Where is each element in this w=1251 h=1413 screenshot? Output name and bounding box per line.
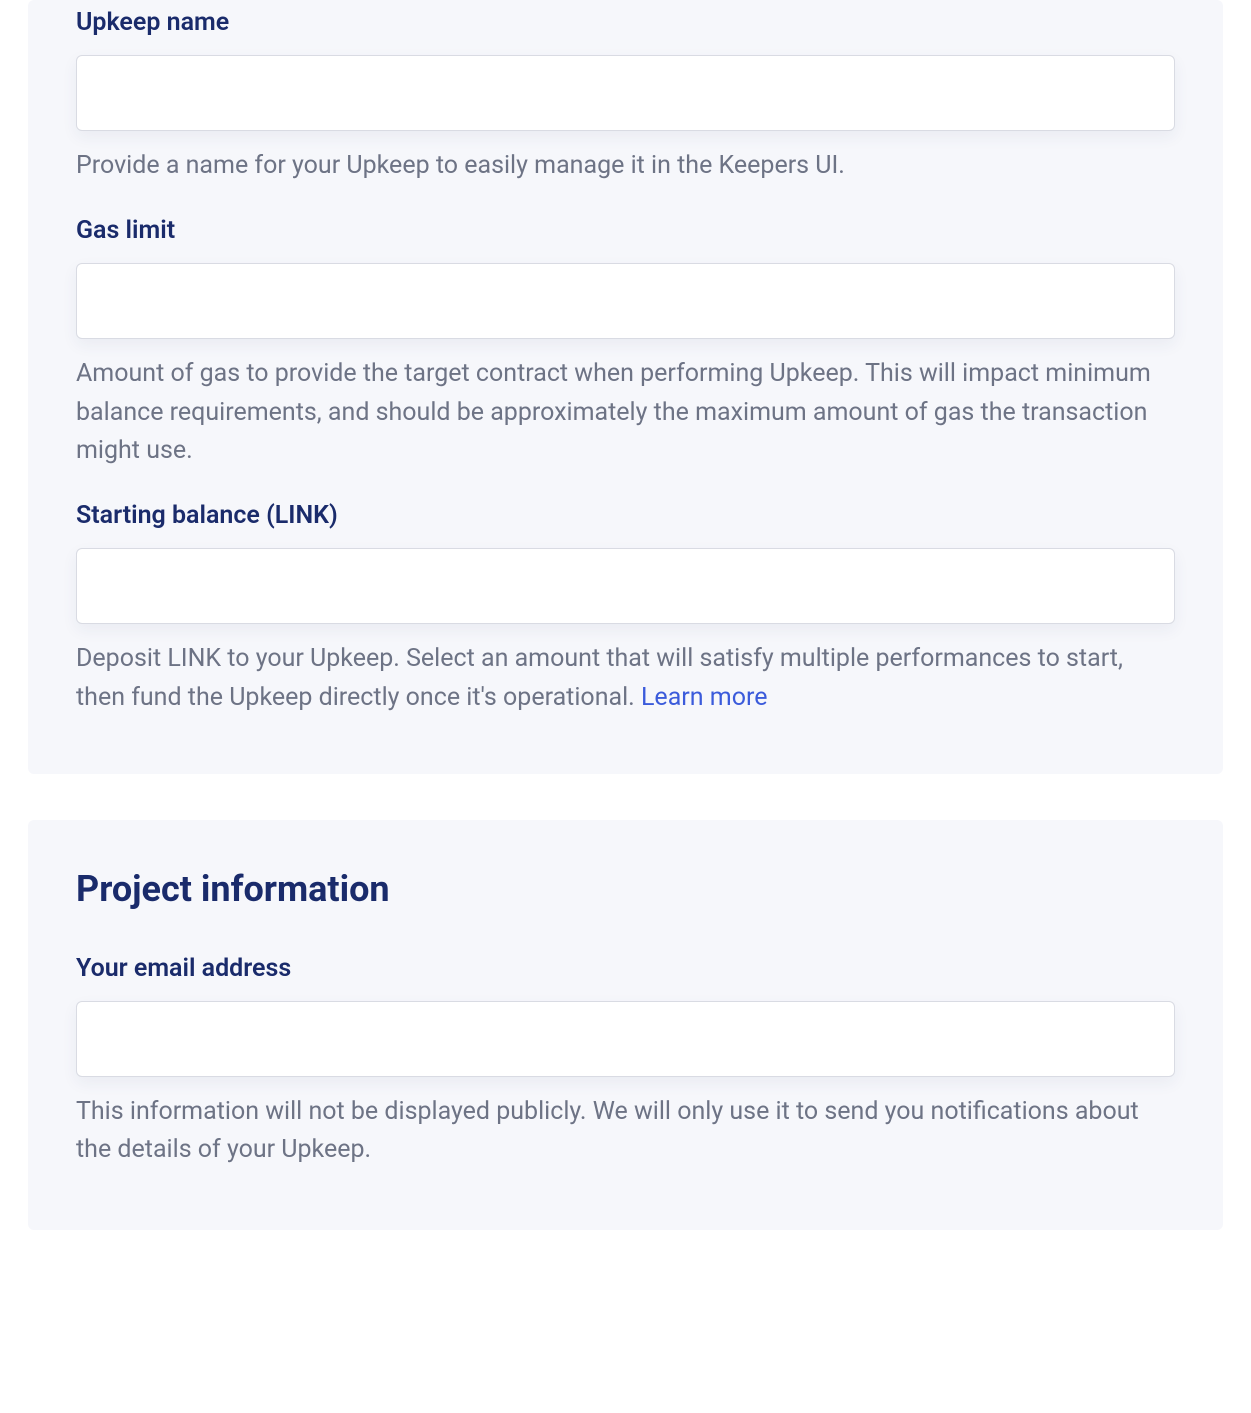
starting-balance-helper: Deposit LINK to your Upkeep. Select an a… (76, 640, 1175, 718)
starting-balance-field: Starting balance (LINK) Deposit LINK to … (76, 501, 1175, 718)
upkeep-name-input[interactable] (76, 55, 1175, 131)
upkeep-name-helper: Provide a name for your Upkeep to easily… (76, 147, 1175, 186)
email-label: Your email address (76, 954, 1175, 983)
starting-balance-label: Starting balance (LINK) (76, 501, 1175, 530)
project-information-title: Project information (76, 868, 1175, 910)
gas-limit-field: Gas limit Amount of gas to provide the t… (76, 216, 1175, 471)
starting-balance-input[interactable] (76, 548, 1175, 624)
email-helper: This information will not be displayed p… (76, 1093, 1175, 1171)
email-input[interactable] (76, 1001, 1175, 1077)
learn-more-link[interactable]: Learn more (641, 683, 767, 712)
starting-balance-helper-text: Deposit LINK to your Upkeep. Select an a… (76, 644, 1123, 712)
upkeep-name-label: Upkeep name (76, 8, 1175, 37)
email-field: Your email address This information will… (76, 954, 1175, 1171)
gas-limit-input[interactable] (76, 263, 1175, 339)
upkeep-details-card: Upkeep name Provide a name for your Upke… (28, 0, 1223, 774)
upkeep-name-field: Upkeep name Provide a name for your Upke… (76, 8, 1175, 186)
gas-limit-label: Gas limit (76, 216, 1175, 245)
gas-limit-helper: Amount of gas to provide the target cont… (76, 355, 1175, 471)
project-information-card: Project information Your email address T… (28, 820, 1223, 1231)
